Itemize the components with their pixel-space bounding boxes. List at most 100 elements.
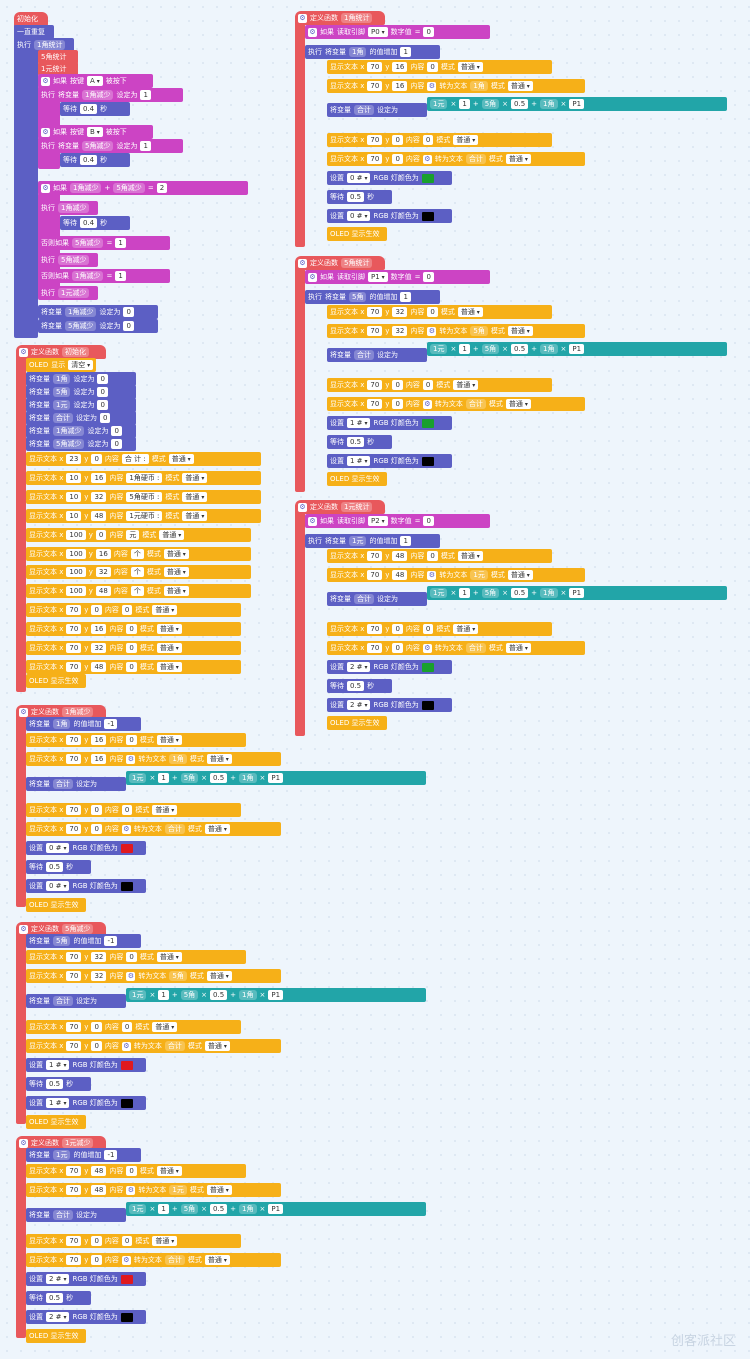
dropdown[interactable]: 普通	[168, 454, 194, 464]
variable-pill[interactable]: 合计	[53, 1210, 73, 1220]
oled-apply-block[interactable]: OLED 显示生效	[327, 716, 387, 730]
value-input[interactable]: 1	[158, 773, 169, 783]
wait-block[interactable]: 等待 0.4 秒	[60, 216, 130, 230]
if-pin-block[interactable]: ⚙如果读取引脚P1数字值=0	[305, 270, 490, 284]
value-input[interactable]: 1	[400, 292, 411, 302]
oled-apply-block[interactable]: OLED 显示生效	[327, 227, 387, 241]
gear-icon[interactable]: ⚙	[121, 824, 131, 834]
gear-icon[interactable]: ⚙	[298, 13, 307, 23]
value-input[interactable]: -1	[104, 1150, 118, 1160]
else-if-block[interactable]: 否则如果 5角减少 = 1	[38, 236, 170, 250]
display-text-block[interactable]: 显示文本 x 70 y 0 内容 ⚙ 转为文本 合计 模式 普通	[26, 1253, 281, 1267]
dropdown[interactable]: 普通	[206, 754, 232, 764]
wait-block[interactable]: 等待 0.4 秒	[60, 102, 130, 116]
dropdown[interactable]: 普通	[152, 805, 178, 815]
value-input[interactable]: 70	[66, 1236, 82, 1246]
value-input[interactable]: 48	[392, 551, 408, 561]
value-input[interactable]: 16	[392, 81, 408, 91]
dropdown[interactable]: 0 #	[46, 881, 70, 891]
gear-icon[interactable]: ⚙	[126, 971, 136, 981]
value-input[interactable]: P1	[268, 990, 284, 1000]
value-input[interactable]: 100	[66, 586, 86, 597]
display-text-block[interactable]: 显示文本 x 100 y 48 内容个模式 普通	[26, 584, 251, 599]
display-text-block[interactable]: 显示文本 x 70 y 32 内容 0 模式 普通	[26, 950, 246, 964]
display-text-block[interactable]: 显示文本 x 70 y 16 内容 0 模式 普通	[26, 733, 246, 747]
variable-pill[interactable]: 1角统计	[34, 40, 66, 50]
value-input[interactable]: 0	[422, 624, 434, 634]
value-input[interactable]: 0.5	[347, 192, 365, 202]
oled-apply-block[interactable]: OLED 显示生效	[26, 674, 86, 688]
dropdown[interactable]: 普通	[156, 1166, 182, 1176]
display-text-block[interactable]: 显示文本 x 10 y 32 内容 5角硬币 : 模式 普通	[26, 489, 261, 504]
gear-icon[interactable]: ⚙	[298, 258, 307, 268]
value-input[interactable]: 70	[66, 952, 82, 962]
display-text-block[interactable]: 显示文本 x 70 y 48 内容 ⚙ 转为文本 1元 模式 普通	[26, 1183, 281, 1197]
display-text-block[interactable]: 显示文本 x 70 y 16 内容 0 模式 普通	[26, 622, 241, 637]
display-text-block[interactable]: 显示文本 x 70 y 48 内容 0 模式 普通	[26, 659, 241, 674]
set-variable-block[interactable]: 执行 将变量 1角减少 设定为 1	[38, 88, 183, 102]
variable-pill[interactable]: 合计	[164, 1255, 185, 1265]
dropdown[interactable]: 普通	[505, 154, 531, 164]
display-text-block[interactable]: 显示文本 x 10 y 16 内容 1角硬币 : 模式 普通	[26, 470, 261, 485]
dropdown[interactable]: 1 #	[347, 456, 371, 466]
wait-block[interactable]: 等待 0.5 秒	[327, 679, 392, 693]
variable-pill[interactable]: 初始化	[62, 347, 89, 357]
display-text-block[interactable]: 显示文本 x 70 y 16 内容 ⚙ 转为文本 1角 模式 普通	[327, 79, 585, 93]
variable-pill[interactable]: 5角减少	[53, 439, 85, 449]
value-input[interactable]: 70	[66, 735, 82, 745]
dropdown[interactable]: P0	[368, 27, 388, 37]
variable-pill[interactable]: 5角减少	[65, 321, 97, 331]
value-input[interactable]: -1	[104, 719, 118, 729]
set-variable-block[interactable]: 将变量 合计 设定为	[26, 777, 126, 791]
change-variable-block[interactable]: 将变量 1元 的值增加 -1	[26, 1148, 141, 1162]
dropdown[interactable]: 2 #	[46, 1274, 70, 1284]
value-input[interactable]: 16	[91, 754, 107, 764]
display-text-block[interactable]: 显示文本 x 100 y 32 内容个模式 普通	[26, 565, 251, 580]
value-input[interactable]: 32	[91, 491, 107, 502]
variable-pill[interactable]: 1元	[430, 588, 448, 598]
gear-icon[interactable]: ⚙	[41, 183, 50, 193]
dropdown[interactable]: 普通	[453, 380, 479, 390]
variable-pill[interactable]: 5角	[349, 292, 367, 302]
rgb-set-block[interactable]: 设置1 #RGB 灯颜色为	[26, 1058, 146, 1072]
value-input[interactable]: 1	[140, 141, 151, 151]
variable-pill[interactable]: 合计	[465, 399, 486, 409]
gear-icon[interactable]: ⚙	[427, 326, 437, 336]
gear-icon[interactable]: ⚙	[121, 1041, 131, 1051]
variable-pill[interactable]: 1元	[169, 1185, 187, 1195]
value-input[interactable]: 个	[130, 586, 144, 597]
value-input[interactable]: P1	[569, 588, 585, 598]
variable-pill[interactable]: 1角统计	[341, 13, 373, 23]
variable-pill[interactable]: 1角	[239, 1204, 257, 1214]
variable-pill[interactable]: 合计	[354, 350, 374, 360]
value-input[interactable]: 100	[66, 548, 86, 559]
display-text-block[interactable]: 显示文本 x 70 y 16 内容 ⚙ 转为文本 1角 模式 普通	[26, 752, 281, 766]
set-variable-block[interactable]: 将变量 1角减少 设定为 0	[26, 424, 136, 438]
wait-block[interactable]: 等待 0.4 秒	[60, 153, 130, 167]
gear-icon[interactable]: ⚙	[126, 1185, 136, 1195]
value-input[interactable]: 0	[91, 454, 102, 464]
set-variable-block[interactable]: 将变量 合计 设定为 0	[26, 411, 136, 425]
variable-pill[interactable]: 5角	[470, 326, 488, 336]
variable-pill[interactable]: 1元	[349, 536, 367, 546]
variable-pill[interactable]: 1元	[470, 570, 488, 580]
color-swatch[interactable]	[421, 662, 434, 672]
variable-pill[interactable]: 1角	[53, 374, 71, 384]
color-swatch[interactable]	[120, 1274, 133, 1284]
variable-pill[interactable]: 合计	[465, 643, 486, 653]
value-input[interactable]: 0.4	[80, 218, 98, 228]
value-input[interactable]: 70	[367, 380, 383, 390]
value-input[interactable]: 0	[126, 624, 137, 635]
display-text-block[interactable]: 显示文本 x 70 y 0 内容 0 模式 普通	[327, 378, 552, 392]
value-input[interactable]: P1	[569, 99, 585, 109]
value-input[interactable]: 0	[121, 1022, 133, 1032]
dropdown[interactable]: 0 #	[46, 843, 70, 853]
oled-apply-block[interactable]: OLED 显示生效	[26, 1329, 86, 1343]
value-input[interactable]: 70	[367, 307, 383, 317]
dropdown[interactable]: 0 #	[347, 211, 371, 221]
value-input[interactable]: 0	[126, 952, 137, 962]
variable-pill[interactable]: 5角减少	[62, 924, 94, 934]
variable-pill[interactable]: 5角统计	[341, 258, 373, 268]
if-pin-block[interactable]: ⚙如果读取引脚P2数字值=0	[305, 514, 490, 528]
display-text-block[interactable]: 显示文本 x 70 y 48 内容 0 模式 普通	[327, 549, 552, 563]
